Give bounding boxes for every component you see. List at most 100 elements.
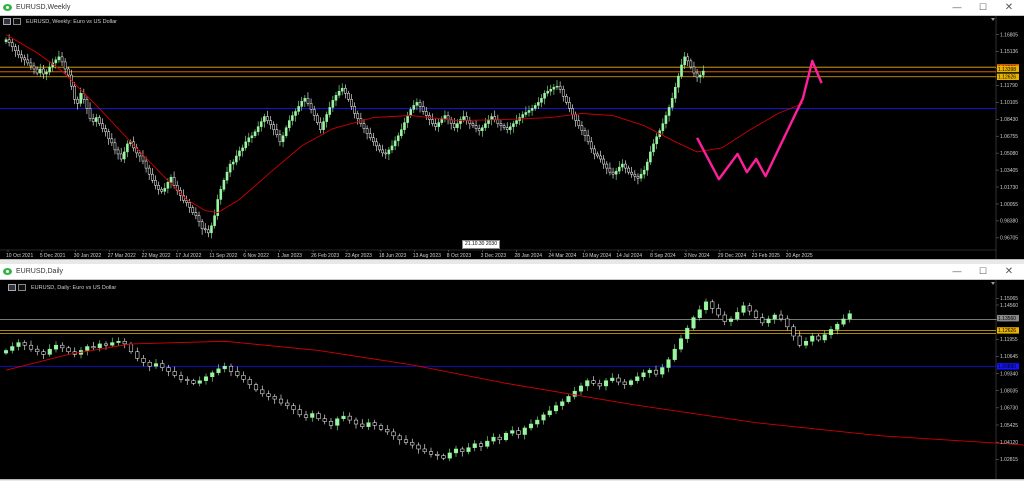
y-tick-label: 1.06755 — [1000, 134, 1018, 140]
y-tick-label: 1.10105 — [1000, 100, 1018, 106]
candle — [810, 335, 815, 342]
candle — [222, 179, 226, 190]
candle — [385, 429, 390, 433]
close-button[interactable]: ✕ — [996, 0, 1022, 15]
candle — [263, 116, 266, 122]
candle — [443, 115, 447, 119]
candle — [128, 343, 134, 353]
candle — [66, 347, 71, 353]
y-tick-label: 1.08430 — [1000, 117, 1018, 123]
daily-chart[interactable]: EURUSD, Daily: Euro vs US Dollar 1.15065… — [0, 280, 1024, 479]
y-tick-label: 1.11790 — [1000, 83, 1018, 89]
chart-icon — [3, 18, 11, 25]
candle — [88, 108, 92, 119]
candle — [610, 377, 615, 381]
candle — [362, 123, 366, 129]
candle — [505, 127, 509, 130]
close-button[interactable]: ✕ — [996, 264, 1022, 279]
candle — [516, 430, 521, 435]
candle — [510, 430, 515, 434]
candle — [94, 117, 98, 122]
candle — [163, 188, 167, 192]
candle — [228, 365, 234, 372]
x-tick-label: 8 Sep 2024 — [650, 253, 676, 259]
y-tick-label: 1.03405 — [1000, 168, 1018, 174]
candle — [253, 384, 259, 391]
candle — [135, 351, 140, 359]
candle — [453, 448, 459, 454]
candle — [151, 173, 154, 181]
y-tick-label: 1.04120 — [1000, 440, 1018, 446]
candle — [478, 443, 484, 447]
candle — [79, 93, 83, 104]
candle — [32, 65, 36, 70]
candle — [535, 419, 540, 425]
candle — [621, 163, 624, 168]
candle — [185, 379, 190, 381]
candle — [266, 393, 271, 397]
candle — [568, 102, 571, 109]
candle — [672, 348, 677, 360]
candle — [231, 161, 235, 165]
maximize-button[interactable]: ☐ — [970, 264, 996, 279]
candle — [20, 54, 23, 59]
candle — [683, 56, 686, 66]
candle — [241, 147, 244, 152]
x-tick-label: 8 Oct 2023 — [447, 253, 472, 259]
candle — [803, 341, 809, 346]
candle — [468, 120, 472, 124]
candle — [22, 342, 27, 346]
daily-titlebar[interactable]: EURUSD,Daily — ☐ ✕ — [0, 264, 1024, 280]
candle — [521, 114, 525, 118]
candle — [428, 451, 434, 455]
candle — [284, 127, 288, 136]
candle — [272, 124, 276, 130]
candle — [23, 57, 26, 61]
candle — [397, 435, 402, 441]
candle — [608, 167, 612, 173]
weekly-chart[interactable]: EURUSD, Weekly: Euro vs US Dollar 21.10.… — [0, 16, 1024, 259]
candle — [555, 85, 559, 88]
candle — [160, 189, 163, 192]
candle — [185, 200, 188, 203]
candle — [645, 161, 649, 171]
price-tag: 1.13560 — [997, 314, 1019, 322]
candle — [387, 149, 391, 155]
x-tick-label: 23 Apr 2023 — [345, 253, 372, 259]
candle — [639, 173, 643, 179]
candle — [259, 121, 263, 127]
candle — [435, 453, 440, 456]
candle — [200, 221, 204, 230]
candle — [491, 436, 496, 442]
x-tick-label: 30 Jan 2022 — [74, 253, 102, 259]
candle — [685, 327, 690, 339]
candle — [278, 398, 284, 404]
candle — [692, 66, 696, 74]
candle — [472, 443, 477, 448]
minimize-button[interactable]: — — [944, 264, 970, 279]
candle — [166, 367, 171, 372]
candle — [66, 68, 70, 76]
candle — [73, 85, 76, 100]
candle — [409, 109, 412, 116]
candle — [666, 359, 671, 368]
weekly-titlebar[interactable]: EURUSD,Weekly — ☐ ✕ — [0, 0, 1024, 16]
candle — [585, 380, 590, 387]
candle — [166, 182, 170, 189]
candle — [266, 116, 269, 121]
maximize-button[interactable]: ☐ — [970, 0, 996, 15]
candle — [297, 106, 300, 112]
candle — [35, 68, 39, 74]
candle — [678, 338, 684, 350]
candle — [222, 365, 227, 370]
y-tick-label: 1.01730 — [1000, 185, 1018, 191]
candle — [691, 317, 696, 329]
minimize-button[interactable]: — — [944, 0, 970, 15]
candle — [197, 380, 202, 384]
app-icon — [3, 267, 12, 276]
candle — [452, 123, 456, 128]
candle — [835, 323, 840, 330]
x-tick-label: 13 Aug 2023 — [413, 253, 441, 259]
candle — [10, 346, 15, 351]
candle — [169, 176, 173, 183]
